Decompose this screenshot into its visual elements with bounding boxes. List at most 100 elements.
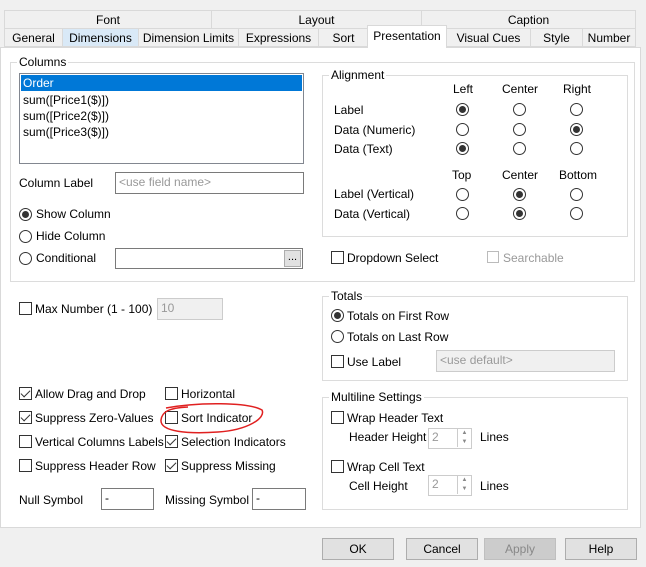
use-label-input[interactable]: <use default> [436, 350, 615, 372]
header-left: Left [453, 82, 474, 96]
totals-last-row-radio[interactable] [331, 330, 344, 343]
hide-column-label: Hide Column [36, 229, 106, 243]
tab-visual-cues[interactable]: Visual Cues [446, 28, 531, 47]
vdata-center-radio[interactable] [513, 207, 526, 220]
suppress-missing-checkbox[interactable] [165, 459, 178, 472]
help-button[interactable]: Help [565, 538, 637, 560]
header-vcenter: Center [502, 168, 539, 182]
dropdown-select-checkbox[interactable] [331, 251, 344, 264]
allow-drag-drop-checkbox[interactable] [19, 387, 32, 400]
cell-lines-label: Lines [480, 479, 509, 493]
annotation-circle [160, 403, 264, 434]
numeric-left-radio[interactable] [456, 123, 469, 136]
missing-symbol-input[interactable]: - [252, 488, 306, 510]
tab-sort[interactable]: Sort [318, 28, 369, 47]
header-height-label: Header Height [349, 430, 427, 444]
searchable-label: Searchable [503, 251, 564, 265]
text-left-radio[interactable] [456, 142, 469, 155]
null-symbol-label: Null Symbol [19, 493, 84, 507]
header-top: Top [452, 168, 472, 182]
show-column-label: Show Column [36, 207, 111, 221]
list-item[interactable]: Order [21, 75, 302, 91]
selection-indicators-label: Selection Indicators [181, 435, 286, 449]
max-number-label: Max Number (1 - 100) [35, 302, 153, 316]
text-right-radio[interactable] [570, 142, 583, 155]
missing-symbol-label: Missing Symbol [165, 493, 250, 507]
suppress-header-row-label: Suppress Header Row [35, 459, 156, 473]
totals-last-row-label: Totals on Last Row [347, 330, 449, 344]
conditional-label: Conditional [36, 251, 97, 265]
hide-column-radio[interactable] [19, 230, 32, 243]
vlabel-top-radio[interactable] [456, 188, 469, 201]
conditional-radio[interactable] [19, 252, 32, 265]
tab-font[interactable]: Font [4, 10, 212, 29]
searchable-checkbox[interactable] [487, 251, 499, 263]
suppress-header-row-checkbox[interactable] [19, 459, 32, 472]
suppress-zero-values-checkbox[interactable] [19, 411, 32, 424]
totals-first-row-radio[interactable] [331, 309, 344, 322]
tab-dimensions[interactable]: Dimensions [62, 28, 139, 47]
label-right-radio[interactable] [570, 103, 583, 116]
tab-expressions[interactable]: Expressions [238, 28, 319, 47]
list-item[interactable]: sum([Price1($)]) [20, 92, 303, 108]
column-label-input[interactable]: <use field name> [115, 172, 304, 194]
text-center-radio[interactable] [513, 142, 526, 155]
tab-presentation[interactable]: Presentation [367, 25, 447, 48]
vlabel-center-radio[interactable] [513, 188, 526, 201]
label-left-radio[interactable] [456, 103, 469, 116]
max-number-checkbox[interactable] [19, 302, 32, 315]
header-right: Right [563, 82, 592, 96]
vdata-bottom-radio[interactable] [570, 207, 583, 220]
tab-caption[interactable]: Caption [421, 10, 636, 29]
spin-down-icon[interactable]: ▼ [457, 438, 471, 447]
wrap-cell-checkbox[interactable] [331, 460, 344, 473]
spin-up-icon[interactable]: ▲ [457, 476, 471, 485]
horizontal-checkbox[interactable] [165, 387, 178, 400]
max-number-input[interactable]: 10 [157, 298, 223, 320]
label-center-radio[interactable] [513, 103, 526, 116]
tab-dimension-limits[interactable]: Dimension Limits [138, 28, 239, 47]
header-bottom: Bottom [559, 168, 598, 182]
wrap-cell-label: Wrap Cell Text [347, 460, 425, 474]
wrap-header-checkbox[interactable] [331, 411, 344, 424]
columns-listbox[interactable]: Order sum([Price1($)]) sum([Price2($)]) … [19, 73, 304, 164]
selection-indicators-checkbox[interactable] [165, 435, 178, 448]
tab-general[interactable]: General [4, 28, 63, 47]
suppress-zero-values-label: Suppress Zero-Values [35, 411, 154, 425]
list-item[interactable]: sum([Price2($)]) [20, 108, 303, 124]
cancel-button[interactable]: Cancel [406, 538, 478, 560]
header-height-value: 2 [432, 430, 439, 444]
columns-title: Columns [17, 55, 69, 69]
spin-up-icon[interactable]: ▲ [457, 429, 471, 438]
numeric-center-radio[interactable] [513, 123, 526, 136]
header-center: Center [502, 82, 539, 96]
vertical-columns-labels-checkbox[interactable] [19, 435, 32, 448]
cell-height-spinner[interactable]: 2 ▲ ▼ [428, 475, 472, 496]
horizontal-label: Horizontal [181, 387, 236, 401]
tab-style[interactable]: Style [530, 28, 583, 47]
header-lines-label: Lines [480, 430, 509, 444]
show-column-radio[interactable] [19, 208, 32, 221]
vlabel-bottom-radio[interactable] [570, 188, 583, 201]
totals-first-row-label: Totals on First Row [347, 309, 450, 323]
data-text-label: Data (Text) [334, 142, 393, 156]
tab-number[interactable]: Number [582, 28, 636, 47]
apply-button[interactable]: Apply [484, 538, 556, 560]
conditional-input[interactable] [115, 248, 303, 269]
label-vertical-label: Label (Vertical) [334, 187, 415, 201]
null-symbol-input[interactable]: - [101, 488, 154, 510]
allow-drag-drop-label: Allow Drag and Drop [35, 387, 146, 401]
conditional-expression-button[interactable]: ... [284, 250, 301, 267]
data-numeric-label: Data (Numeric) [334, 123, 416, 137]
suppress-missing-label: Suppress Missing [181, 459, 276, 473]
numeric-right-radio[interactable] [570, 123, 583, 136]
header-height-spinner[interactable]: 2 ▲ ▼ [428, 428, 472, 449]
list-item[interactable]: sum([Price3($)]) [20, 124, 303, 140]
vdata-top-radio[interactable] [456, 207, 469, 220]
cell-height-label: Cell Height [349, 479, 408, 493]
spin-down-icon[interactable]: ▼ [457, 485, 471, 494]
ok-button[interactable]: OK [322, 538, 394, 560]
use-label-checkbox[interactable] [331, 355, 344, 368]
column-label-label: Column Label [19, 176, 94, 190]
totals-title: Totals [329, 289, 365, 303]
